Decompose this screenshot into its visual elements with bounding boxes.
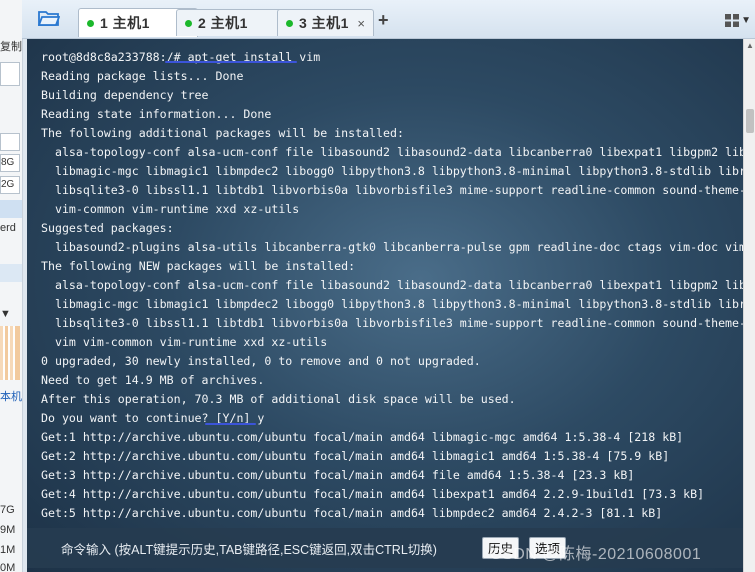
connected-status-icon bbox=[87, 19, 94, 27]
connected-status-icon bbox=[286, 19, 293, 27]
tab-label: 2 主机1 bbox=[198, 15, 248, 31]
terminal-line: vim vim-common vim-runtime xxd xz-utils bbox=[41, 335, 328, 349]
panel-value: 8G bbox=[0, 154, 20, 172]
terminal-line: Get:1 http://archive.ubuntu.com/ubuntu f… bbox=[41, 430, 684, 444]
panel-selected-row[interactable] bbox=[0, 200, 22, 218]
panel-field[interactable] bbox=[0, 133, 20, 151]
panel-value: 2G bbox=[0, 176, 20, 194]
terminal-line: root@8d8c8a233788:/# apt-get install vim bbox=[41, 50, 321, 64]
terminal-line: vim-common vim-runtime xxd xz-utils bbox=[41, 202, 300, 216]
panel-value: 9M bbox=[0, 524, 16, 536]
tab-label: 3 主机1 bbox=[299, 15, 349, 31]
panel-field[interactable] bbox=[0, 62, 20, 86]
watermark: CSDN @陈梅-20210608001 bbox=[490, 546, 702, 563]
close-icon[interactable]: × bbox=[357, 16, 365, 31]
terminal-line: alsa-topology-conf alsa-ucm-conf file li… bbox=[41, 278, 743, 292]
panel-value: 1M bbox=[0, 544, 16, 556]
terminal-line: After this operation, 70.3 MB of additio… bbox=[41, 392, 516, 406]
panel-label: 复制 bbox=[0, 41, 22, 53]
terminal-line: Reading package lists... Done bbox=[41, 69, 244, 83]
terminal-lines: root@8d8c8a233788:/# apt-get install vim… bbox=[41, 48, 743, 523]
command-input-hint[interactable]: 命令输入 (按ALT键提示历史,TAB键路径,ESC键返回,双击CTRL切换) bbox=[61, 539, 437, 558]
terminal-line: Need to get 14.9 MB of archives. bbox=[41, 373, 265, 387]
tab-session-3[interactable]: 3 主机1 × bbox=[277, 9, 374, 36]
chevron-down-icon[interactable]: ▼ bbox=[741, 15, 751, 26]
terminal-line: Get:2 http://archive.ubuntu.com/ubuntu f… bbox=[41, 449, 670, 463]
annotation-underline bbox=[205, 423, 256, 425]
terminal-line: Get:5 http://archive.ubuntu.com/ubuntu f… bbox=[41, 506, 663, 520]
terminal-line: Do you want to continue? [Y/n] y bbox=[41, 411, 265, 425]
terminal-line: Get:4 http://archive.ubuntu.com/ubuntu f… bbox=[41, 487, 705, 501]
terminal-output[interactable]: root@8d8c8a233788:/# apt-get install vim… bbox=[27, 39, 743, 572]
terminal-line: Reading state information... Done bbox=[41, 107, 272, 121]
terminal-line: libsqlite3-0 libssl1.1 libtdb1 libvorbis… bbox=[54, 183, 743, 197]
terminal-line: libasound2-plugins alsa-utils libcanberr… bbox=[41, 240, 743, 254]
terminal-line: The following additional packages will b… bbox=[41, 126, 404, 140]
terminal-line: The following NEW packages will be insta… bbox=[41, 259, 356, 273]
terminal-scrollbar[interactable]: ▲ bbox=[743, 39, 755, 572]
panel-label: erd bbox=[0, 222, 16, 234]
terminal-line: Get:3 http://archive.ubuntu.com/ubuntu f… bbox=[41, 468, 635, 482]
panel-dropdown-arrow[interactable]: ▼ bbox=[0, 308, 11, 320]
session-tab-bar: 1 主机1 × 2 主机1 × 3 主机1 × + ▼ bbox=[22, 0, 755, 39]
panel-value: 7G bbox=[0, 504, 15, 516]
scroll-up-icon[interactable]: ▲ bbox=[746, 41, 754, 50]
annotation-underline bbox=[165, 61, 297, 63]
panel-value: 0M bbox=[0, 562, 16, 572]
panel-mini-chart bbox=[0, 326, 20, 380]
terminal-line: Suggested packages: bbox=[41, 221, 174, 235]
panel-row[interactable] bbox=[0, 264, 22, 282]
folder-open-icon[interactable] bbox=[38, 9, 60, 27]
terminal-line: 0 upgraded, 30 newly installed, 0 to rem… bbox=[41, 354, 481, 368]
tab-label: 1 主机1 bbox=[100, 15, 150, 31]
terminal-line: Building dependency tree bbox=[41, 88, 209, 102]
terminal-line: alsa-topology-conf alsa-ucm-conf file li… bbox=[41, 145, 743, 159]
plus-icon[interactable]: + bbox=[378, 10, 389, 31]
panel-link[interactable]: 本机 bbox=[0, 388, 22, 404]
background-window-panel: 复制 8G 2G erd ▼ 本机 7G 9M 1M 0M bbox=[0, 0, 23, 572]
connected-status-icon bbox=[185, 19, 192, 27]
terminal-line: libsqlite3-0 libssl1.1 libtdb1 libvorbis… bbox=[54, 316, 743, 330]
scrollbar-thumb[interactable] bbox=[746, 109, 754, 133]
terminal-line: libmagic-mgc libmagic1 libmpdec2 libogg0… bbox=[41, 164, 743, 178]
grid-icon[interactable] bbox=[725, 14, 739, 27]
terminal-line: libmagic-mgc libmagic1 libmpdec2 libogg0… bbox=[41, 297, 743, 311]
